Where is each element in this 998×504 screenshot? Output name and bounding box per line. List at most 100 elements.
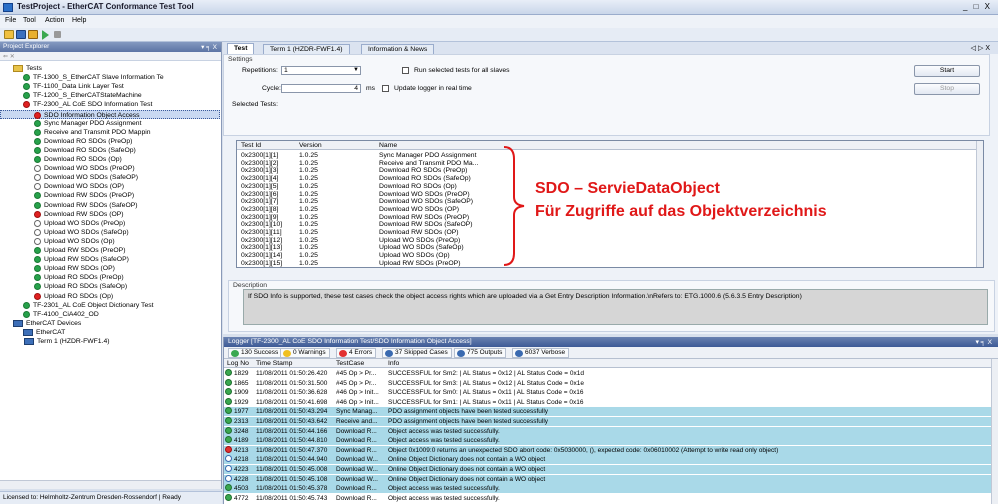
tree-item[interactable]: Download RO SDOs (Op) [0, 155, 220, 164]
tree-item[interactable]: Term 1 (HZDR-FWF1.4) [0, 337, 220, 346]
tree-item[interactable]: Upload RW SDOs (OP) [0, 264, 220, 273]
tree-item[interactable]: Download RW SDOs (PreOP) [0, 191, 220, 200]
tree-item[interactable]: EtherCAT [0, 328, 220, 337]
stop-icon[interactable] [54, 31, 61, 38]
log-row[interactable]: 1829 11/08/2011 01:50:26.420 #45 Op > Pr..… [224, 369, 992, 378]
explorer-header: Project Explorer ▾ ╕ X [0, 42, 221, 52]
run-all-slaves-checkbox[interactable] [402, 67, 409, 74]
test-row[interactable]: 0x2300[1][15] 1.0.25 Upload RW SDOs (PreOP… [237, 259, 977, 267]
tree-item[interactable]: Upload WO SDOs (PreOp) [0, 219, 220, 228]
log-row[interactable]: 1977 11/08/2011 01:50:43.294 Sync Manag...… [224, 407, 992, 417]
status-red-icon [34, 111, 41, 119]
tree-item[interactable]: Upload RW SDOs (PreOP) [0, 246, 220, 255]
tree-item[interactable]: Download RW SDOs (SafeOP) [0, 201, 220, 210]
tab-information-news[interactable]: Information & News [361, 44, 435, 54]
tree-item[interactable]: TF-1300_S_EtherCAT Slave Information Te [0, 73, 220, 82]
col-log-no[interactable]: Log No [227, 360, 249, 367]
stop-button[interactable]: Stop [914, 83, 980, 95]
menu-tool[interactable]: Tool [23, 17, 36, 24]
start-button[interactable]: Start [914, 65, 980, 77]
info-cell: Object access was tested successfully. [388, 494, 500, 502]
logger-filter-label: 775 Outputs [467, 349, 503, 356]
log-row[interactable]: 1929 11/08/2011 01:50:41.698 #46 Op > Init… [224, 397, 992, 407]
log-row[interactable]: 4772 11/08/2011 01:50:45.743 Download R...… [224, 493, 992, 503]
tree-item[interactable]: EtherCAT Devices [0, 319, 220, 328]
log-row[interactable]: 4228 11/08/2011 01:50:45.108 Download W...… [224, 474, 992, 484]
log-no-cell: 1829 [234, 370, 249, 377]
tree-item[interactable]: Upload WO SDOs (Op) [0, 237, 220, 246]
chevron-down-icon[interactable]: ▼ [353, 67, 359, 74]
explorer-hscrollbar[interactable] [0, 480, 221, 489]
log-row[interactable]: 4218 11/08/2011 01:50:44.940 Download W...… [224, 455, 992, 465]
log-row[interactable]: 3248 11/08/2011 01:50:44.166 Download R...… [224, 426, 992, 436]
tree-item[interactable]: TF-4100_CiA402_OD [0, 310, 220, 319]
tree-item[interactable]: Download WO SDOs (SafeOP) [0, 173, 220, 182]
tree-item[interactable]: Receive and Transmit PDO Mappin [0, 128, 220, 137]
tree-item[interactable]: Upload RW SDOs (SafeOP) [0, 255, 220, 264]
repetitions-select[interactable]: 1 ▼ [281, 66, 361, 75]
settings-label: Settings [228, 56, 253, 63]
log-row[interactable]: 4223 11/08/2011 01:50:45.008 Download W...… [224, 465, 992, 474]
tree-item[interactable]: Upload RO SDOs (PreOp) [0, 273, 220, 282]
tab-navigation[interactable]: ◁ ▷ X [971, 44, 990, 52]
menu-help[interactable]: Help [72, 17, 86, 24]
explorer-pin-controls[interactable]: ▾ ╕ X [201, 43, 217, 51]
log-no-cell: 3248 [234, 427, 249, 435]
timestamp-cell: 11/08/2011 01:50:45.743 [256, 494, 328, 502]
window-controls[interactable]: _ □ X [963, 2, 992, 11]
logger-pin-controls[interactable]: ▾ ╕ X [975, 338, 992, 346]
col-test-id[interactable]: Test Id [241, 142, 261, 149]
tree-item[interactable]: Upload RO SDOs (Op) [0, 292, 220, 301]
explorer-toolbar[interactable]: ⇐ ✕ [0, 52, 221, 61]
col-name[interactable]: Name [379, 142, 397, 149]
tree-item[interactable]: Download RO SDOs (PreOp) [0, 137, 220, 146]
tree-item-label: Upload RO SDOs (SafeOp) [44, 283, 128, 291]
tree-item[interactable]: Download WO SDOs (PreOP) [0, 164, 220, 173]
tree-item[interactable]: Upload WO SDOs (SafeOp) [0, 228, 220, 237]
col-version[interactable]: Version [299, 142, 322, 149]
logger-filter-button[interactable]: 130 Success [228, 348, 283, 358]
tree-item[interactable]: Sync Manager PDO Assignment [0, 119, 220, 128]
log-no-cell: 4228 [234, 475, 249, 483]
cycle-input[interactable]: 4 [281, 84, 361, 93]
col-time-stamp[interactable]: Time Stamp [256, 360, 292, 367]
tree-item[interactable]: TF-2301_AL CoE Object Dictionary Test [0, 301, 220, 310]
log-row[interactable]: 4503 11/08/2011 01:50:45.378 Download R...… [224, 484, 992, 494]
log-row[interactable]: 1909 11/08/2011 01:50:36.628 #46 Op > Init… [224, 388, 992, 397]
tree-item[interactable]: TF-1200_S_EtherCATStateMachine [0, 91, 220, 100]
tab-test[interactable]: Test [227, 43, 255, 54]
col-testcase[interactable]: TestCase [336, 360, 364, 367]
log-row[interactable]: 2313 11/08/2011 01:50:43.642 Receive and..… [224, 417, 992, 426]
logger-filter-button[interactable]: 4 Errors [336, 348, 377, 358]
tree-item[interactable]: TF-2300_AL CoE SDO Information Test [0, 100, 220, 109]
save-icon[interactable] [16, 30, 26, 39]
logger-filter-button[interactable]: 6037 Verbose [512, 348, 570, 358]
menu-action[interactable]: Action [45, 17, 64, 24]
tree-item[interactable]: TF-1100_Data Link Layer Test [0, 82, 220, 91]
tab-term1[interactable]: Term 1 (HZDR-FWF1.4) [263, 44, 350, 54]
update-logger-checkbox[interactable] [382, 85, 389, 92]
logger-filter-button[interactable]: 0 Warnings [280, 348, 330, 358]
logger-filter-button[interactable]: 37 Skipped Cases [382, 348, 452, 358]
status-white-icon [34, 165, 41, 173]
filter-status-icon [339, 350, 347, 357]
open-icon[interactable] [28, 30, 38, 39]
log-row[interactable]: 1865 11/08/2011 01:50:31.500 #45 Op > Pr..… [224, 378, 992, 388]
tree-item[interactable]: Download RW SDOs (OP) [0, 210, 220, 219]
logger-filter-button[interactable]: 775 Outputs [454, 348, 507, 358]
tree-item[interactable]: Download WO SDOs (OP) [0, 182, 220, 191]
tree-item[interactable]: Download RO SDOs (SafeOp) [0, 146, 220, 155]
col-info[interactable]: Info [388, 360, 399, 367]
run-icon[interactable] [42, 30, 49, 40]
tree-item[interactable]: SDO Information Object Access [0, 109, 220, 119]
log-row[interactable]: 4189 11/08/2011 01:50:44.810 Download R...… [224, 436, 992, 446]
tree-item[interactable]: Upload RO SDOs (SafeOp) [0, 282, 220, 291]
status-green-icon [34, 256, 41, 264]
grid-vscrollbar[interactable] [976, 141, 983, 267]
status-green-icon [34, 128, 41, 136]
tree-item[interactable]: Tests [0, 64, 220, 73]
menu-file[interactable]: File [5, 17, 16, 24]
new-icon[interactable] [4, 30, 14, 39]
log-row[interactable]: 4213 11/08/2011 01:50:47.370 Download R...… [224, 445, 992, 455]
logger-vscrollbar[interactable] [991, 359, 998, 504]
